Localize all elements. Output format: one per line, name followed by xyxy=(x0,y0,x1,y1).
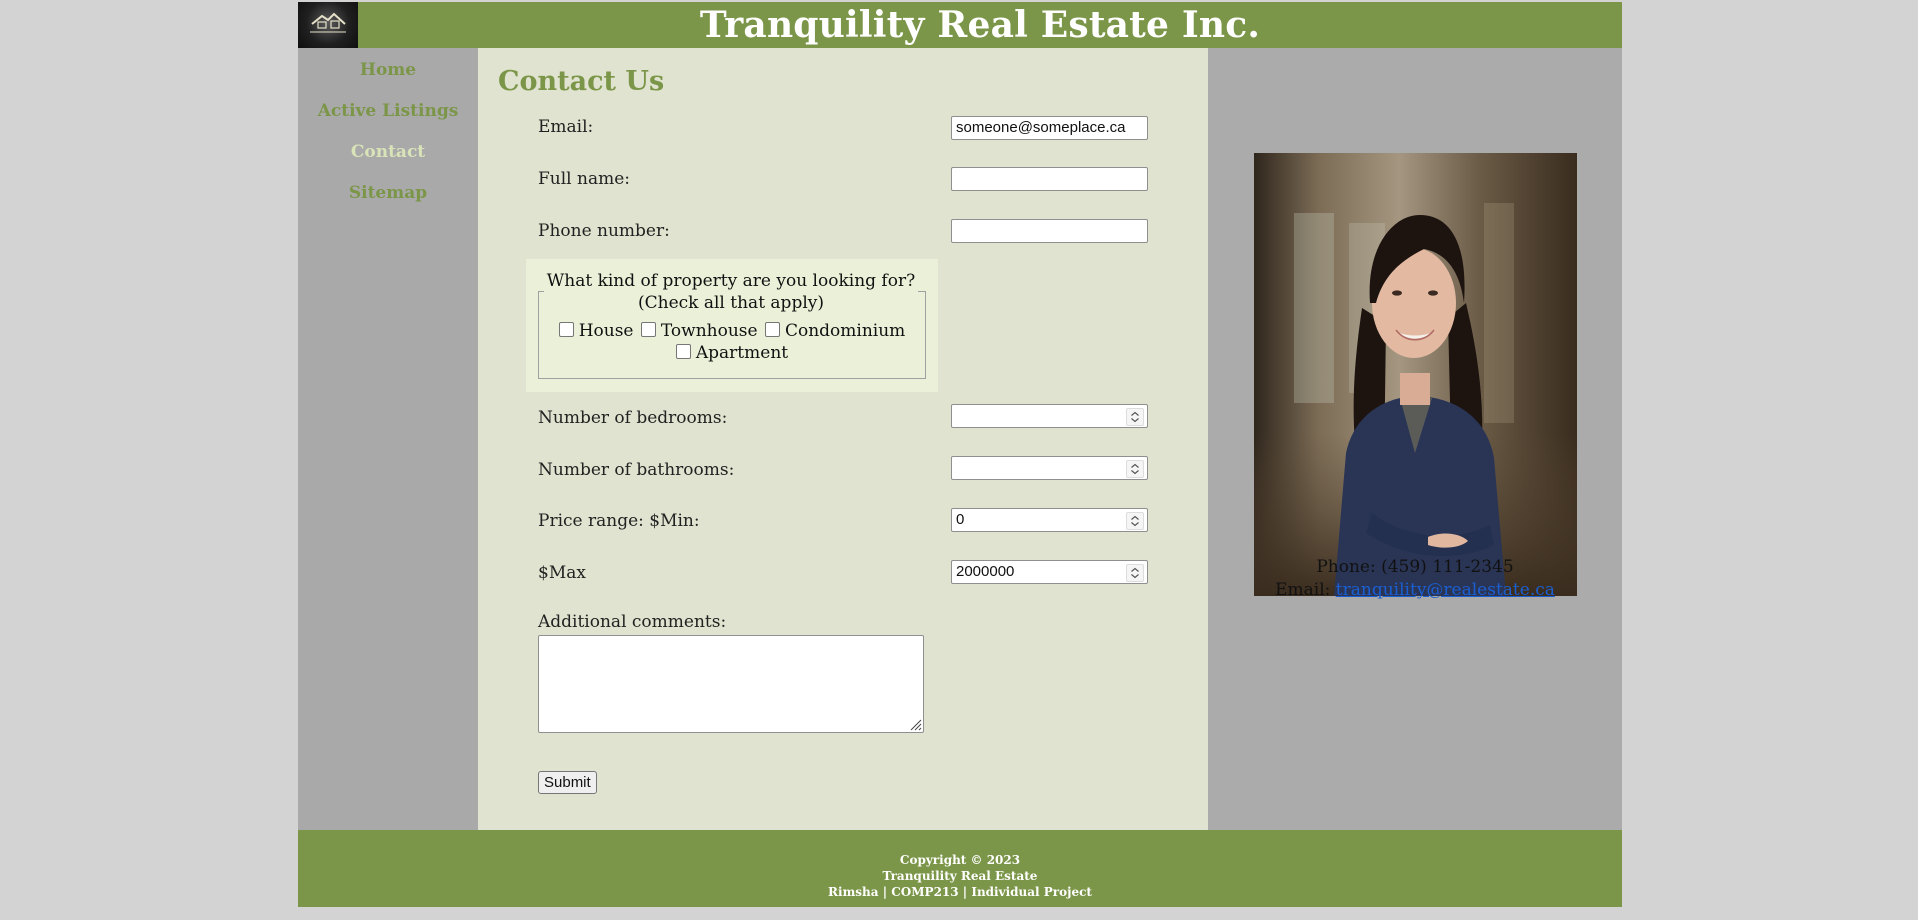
email-field[interactable]: someone@someplace.ca xyxy=(951,116,1148,140)
sidebar-nav: Home Active Listings Contact Sitemap xyxy=(298,48,478,830)
bathrooms-spinner-icon[interactable] xyxy=(1126,460,1144,478)
price-min-spinner-icon[interactable] xyxy=(1126,512,1144,530)
agent-email-line: Email: tranquility@realestate.ca xyxy=(1208,579,1622,601)
condominium-checkbox[interactable] xyxy=(764,322,780,337)
bedrooms-spinner-icon[interactable] xyxy=(1126,408,1144,426)
bedrooms-label: Number of bedrooms: xyxy=(538,408,728,428)
price-max-field-value: 2000000 xyxy=(956,563,1015,580)
email-label: Email: xyxy=(538,117,594,137)
apartment-option-label: Apartment xyxy=(695,343,789,363)
contact-form-section: Contact Us Email: someone@someplace.ca F… xyxy=(478,48,1208,830)
phone-label: Phone number: xyxy=(538,221,670,241)
price-max-label: $Max xyxy=(538,563,586,583)
condominium-option-label: Condominium xyxy=(784,321,906,341)
price-max-spinner-icon[interactable] xyxy=(1126,564,1144,582)
property-type-legend-line2: (Check all that apply) xyxy=(637,293,824,313)
property-option-townhouse[interactable]: Townhouse xyxy=(640,320,758,342)
property-type-legend-line1: What kind of property are you looking fo… xyxy=(546,271,916,291)
agent-email-label: Email: xyxy=(1275,580,1331,600)
email-field-value: someone@someplace.ca xyxy=(956,119,1126,136)
townhouse-checkbox[interactable] xyxy=(640,322,656,337)
nav-link-sitemap[interactable]: Sitemap xyxy=(298,183,478,203)
full-name-label: Full name: xyxy=(538,169,631,189)
townhouse-option-label: Townhouse xyxy=(660,321,758,341)
footer-copyright: Copyright © 2023 xyxy=(899,853,1021,867)
nav-link-home[interactable]: Home xyxy=(298,60,478,80)
submit-button[interactable]: Submit xyxy=(538,771,597,794)
bedrooms-field[interactable] xyxy=(951,404,1148,428)
full-name-field[interactable] xyxy=(951,167,1148,191)
apartment-checkbox[interactable] xyxy=(675,344,691,359)
nav-link-active-listings[interactable]: Active Listings xyxy=(298,101,478,121)
site-footer: Copyright © 2023 Tranquility Real Estate… xyxy=(298,830,1622,907)
price-min-field-value: 0 xyxy=(956,511,965,528)
price-min-label: Price range: $Min: xyxy=(538,511,700,531)
agent-email-link[interactable]: tranquility@realestate.ca xyxy=(1336,580,1555,600)
price-max-field[interactable]: 2000000 xyxy=(951,560,1148,584)
property-type-options: House Townhouse Condominium Apartment xyxy=(538,320,926,364)
property-type-legend: What kind of property are you looking fo… xyxy=(544,270,918,314)
site-header: Tranquility Real Estate Inc. xyxy=(298,2,1622,48)
comments-label: Additional comments: xyxy=(538,612,727,632)
resize-grip-icon[interactable] xyxy=(908,717,922,731)
house-option-label: House xyxy=(578,321,634,341)
comments-textarea[interactable] xyxy=(538,635,924,733)
property-option-apartment[interactable]: Apartment xyxy=(675,342,789,364)
agent-contact-panel: Phone: (459) 111-2345 Email: tranquility… xyxy=(1208,48,1622,830)
property-option-house[interactable]: House xyxy=(558,320,634,342)
phone-field[interactable] xyxy=(951,219,1148,243)
page-container: Tranquility Real Estate Inc. Home Active… xyxy=(298,2,1622,907)
price-min-field[interactable]: 0 xyxy=(951,508,1148,532)
site-title: Tranquility Real Estate Inc. xyxy=(699,4,1261,46)
agent-phone: Phone: (459) 111-2345 xyxy=(1316,557,1514,577)
nav-link-contact[interactable]: Contact xyxy=(298,142,478,162)
house-checkbox[interactable] xyxy=(558,322,574,337)
agent-photo xyxy=(1254,153,1577,596)
bathrooms-label: Number of bathrooms: xyxy=(538,460,735,480)
footer-text: Copyright © 2023 Tranquility Real Estate… xyxy=(298,852,1622,900)
property-option-condominium[interactable]: Condominium xyxy=(764,320,906,342)
page-title: Contact Us xyxy=(498,66,665,97)
bathrooms-field[interactable] xyxy=(951,456,1148,480)
footer-company: Tranquility Real Estate xyxy=(882,869,1038,883)
footer-credits: Rimsha | COMP213 | Individual Project xyxy=(828,885,1092,899)
